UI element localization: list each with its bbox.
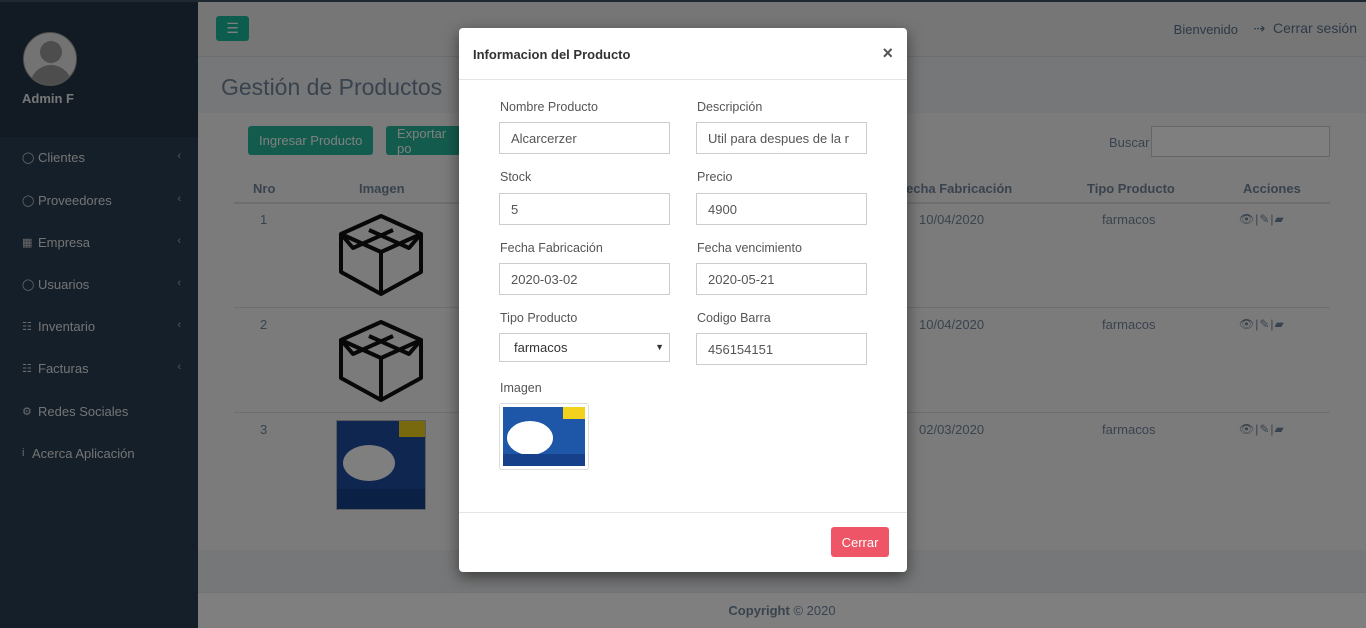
label-fecha-vencimiento: Fecha vencimiento [697,241,802,255]
label-tipo-producto: Tipo Producto [500,311,578,325]
label-descripcion: Descripción [697,100,763,114]
nombre-input[interactable]: Alcarcerzer [499,122,670,154]
fecha-vencimiento-input[interactable]: 2020-05-21 [696,263,867,295]
product-image-thumbnail [499,403,589,470]
fecha-fabricacion-input[interactable]: 2020-03-02 [499,263,670,295]
close-icon[interactable]: × [882,43,893,64]
precio-input[interactable]: 4900 [696,193,867,225]
descripcion-input[interactable]: Util para despues de la r [696,122,867,154]
label-fecha-fabricacion: Fecha Fabricación [500,241,603,255]
tipo-producto-select[interactable]: farmacos ▼ [499,333,670,362]
label-stock: Stock [500,170,532,184]
codigo-barra-input[interactable]: 456154151 [696,333,867,365]
product-info-modal: Informacion del Producto × Nombre Produc… [459,28,907,572]
tipo-producto-value: farmacos [514,340,568,355]
close-button[interactable]: Cerrar [831,527,889,557]
modal-title: Informacion del Producto [473,47,631,62]
label-imagen: Imagen [500,381,542,395]
caret-down-icon: ▼ [655,342,664,352]
modal-footer-divider [459,512,907,513]
label-codigo-barra: Codigo Barra [697,311,771,325]
stock-input[interactable]: 5 [499,193,670,225]
label-nombre: Nombre Producto [500,100,598,114]
label-precio: Precio [697,170,733,184]
modal-header: Informacion del Producto × [459,28,907,80]
